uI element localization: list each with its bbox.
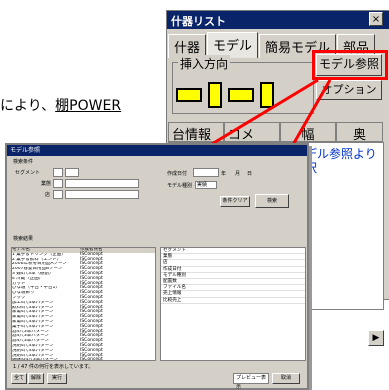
col-stand-info[interactable]: 台情報	[168, 122, 224, 142]
manual-sentence: により、棚POWER	[0, 95, 121, 115]
day-unit: 日	[247, 171, 253, 177]
release-button[interactable]: 解除	[28, 373, 44, 384]
search-conditions-label: 検索条件	[13, 159, 34, 165]
business-type-label: 業態	[41, 181, 52, 187]
results-list: モデル名 作成者氏名 1 菓子＆ドリンク（企画） ISConcept 2 菓子＆飲料…	[11, 247, 156, 361]
col-depth[interactable]: 奥	[336, 122, 383, 142]
store-field[interactable]	[65, 190, 139, 199]
model-reference-button[interactable]: モデル参照	[316, 54, 382, 76]
segment-code-field[interactable]	[65, 168, 79, 177]
property-row: 比較売上	[161, 298, 305, 304]
month-unit: 月	[235, 171, 241, 177]
close-icon[interactable]: ×	[369, 12, 383, 26]
direction-horizontal-button[interactable]	[176, 88, 202, 102]
business-type-field[interactable]	[65, 179, 139, 188]
col-width[interactable]: 幅	[280, 122, 336, 142]
direction-vertical-2-button[interactable]	[260, 82, 274, 108]
store-dropdown[interactable]	[53, 190, 63, 199]
direction-horizontal-2-button[interactable]	[228, 88, 254, 102]
model-reference-dialog: モデル参照 検索条件 セグメント 業態 店 作成日付 年 月 日 モデル種別 実…	[5, 143, 309, 390]
business-type-dropdown[interactable]	[53, 179, 63, 188]
direction-vertical-button[interactable]	[208, 82, 222, 108]
store-label: 店	[45, 192, 51, 198]
cancel-button[interactable]: 取消	[272, 373, 300, 384]
manual-link[interactable]: 棚POWER	[55, 98, 121, 114]
insert-direction-label: 挿入方向	[178, 55, 231, 72]
model-type-select[interactable]: 実績	[195, 181, 217, 189]
display-select[interactable]: プレビュー表示	[233, 373, 269, 390]
segment-label: セグメント	[15, 170, 41, 176]
option-button[interactable]: オプション	[316, 80, 382, 100]
created-date-label: 作成日付	[167, 171, 188, 177]
search-results-label: 検索結果	[13, 236, 34, 242]
dialog-title: モデル参照	[7, 145, 307, 156]
status-text: 1 / 47 件の何行を表示しています。	[13, 364, 94, 370]
segment-dropdown[interactable]	[53, 168, 63, 177]
manual-sentence-prefix: により、	[0, 98, 56, 114]
fixture-window-title: 什器リスト	[167, 11, 389, 29]
search-button[interactable]: 検索	[255, 194, 289, 208]
properties-panel: セグメント 業態店作成日付 モデル種別 配置数 ファイル名 売上情報 比較売上	[160, 247, 306, 361]
result-row[interactable]: 調味料4尺3本パターン ISConcept	[12, 357, 155, 361]
select-all-button[interactable]: 全て	[11, 373, 27, 384]
created-date-field[interactable]	[193, 168, 219, 177]
result-author: ISConcept	[80, 357, 103, 361]
year-unit: 年	[221, 171, 227, 177]
execute-button[interactable]: 実行	[47, 373, 67, 384]
col-comment[interactable]: コメ	[224, 122, 280, 142]
result-model-name: 調味料4尺3本パターン	[12, 358, 59, 361]
condition-clear-button[interactable]: 条件クリア	[220, 196, 250, 207]
fixture-column-header: 台情報 コメ 幅 奥	[168, 122, 389, 142]
model-type-label: モデル種別	[167, 183, 193, 189]
scroll-right-icon[interactable]: ▶	[368, 330, 384, 346]
